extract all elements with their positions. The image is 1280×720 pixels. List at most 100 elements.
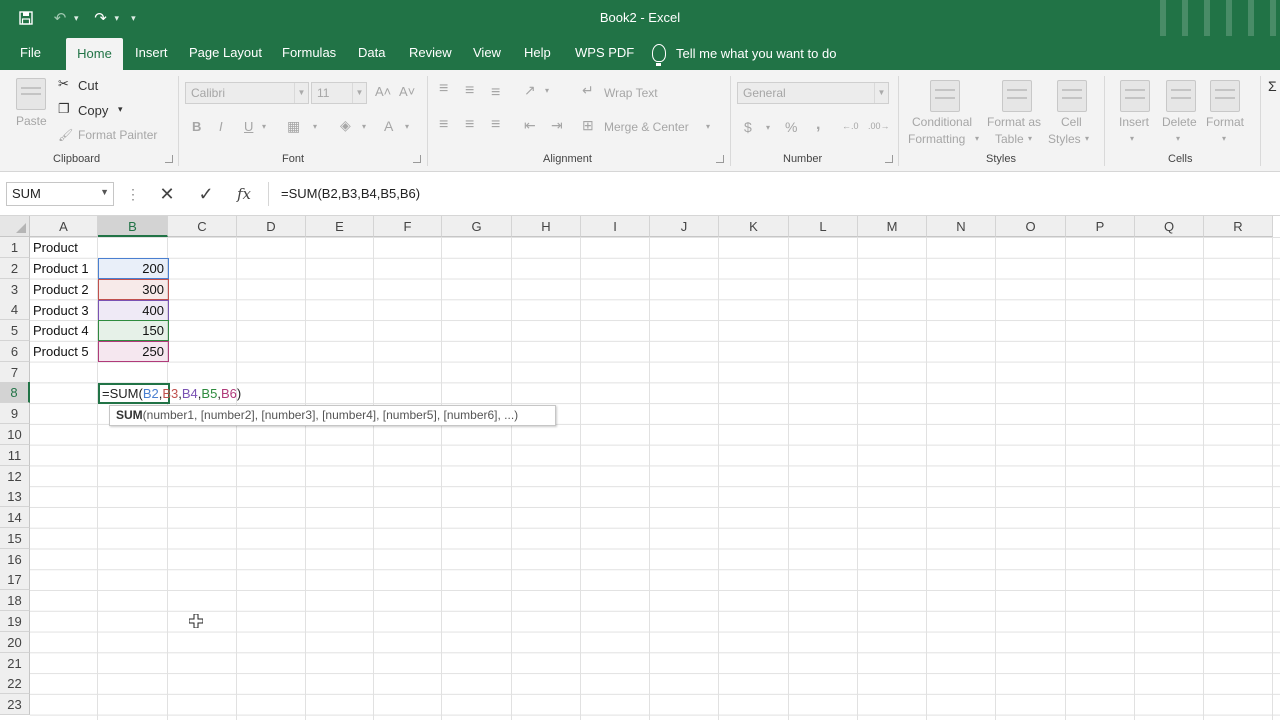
worksheet-grid[interactable]: ABCDEFGHIJKLMNOPQR 1 2 3 4 5 6 7 8 9 10 11 12 13 14 15… — [0, 216, 1280, 720]
row-header-6[interactable]: 6 — [0, 340, 30, 362]
cell-styles-label-2[interactable]: Styles — [1048, 132, 1081, 146]
font-color-dropdown-icon[interactable]: ▾ — [405, 122, 409, 131]
cell-a4[interactable]: Product 3 — [30, 300, 98, 321]
tab-data[interactable]: Data — [348, 36, 395, 70]
font-launcher-icon[interactable] — [413, 155, 421, 163]
tab-formulas[interactable]: Formulas — [272, 36, 346, 70]
format-as-table-label-2[interactable]: Table — [995, 132, 1024, 146]
font-name-select[interactable]: Calibri ▼ — [185, 82, 309, 104]
merge-center-icon[interactable]: ⊞ — [582, 117, 594, 134]
cell-a2[interactable]: Product 1 — [30, 258, 98, 279]
align-bottom-icon[interactable]: ≡ — [491, 84, 500, 102]
row-header-20[interactable]: 20 — [0, 631, 30, 653]
cell-b5[interactable]: 150 — [98, 320, 168, 341]
delete-dropdown-icon[interactable]: ▾ — [1176, 134, 1180, 143]
row-header-17[interactable]: 17 — [0, 569, 30, 591]
conditional-formatting-dropdown-icon[interactable]: ▾ — [975, 134, 979, 143]
delete-cells-icon[interactable] — [1166, 80, 1196, 112]
tooltip-function-name[interactable]: SUM — [116, 408, 143, 422]
insert-cells-icon[interactable] — [1120, 80, 1150, 112]
column-header-d[interactable]: D — [237, 216, 306, 237]
copy-icon[interactable]: ❐ — [58, 101, 70, 117]
autosum-icon[interactable]: Σ — [1268, 78, 1277, 94]
align-right-icon[interactable]: ≡ — [491, 116, 500, 134]
italic-button[interactable]: I — [219, 119, 223, 134]
paste-button[interactable]: Paste — [16, 114, 47, 128]
formula-input[interactable]: =SUM(B2,B3,B4,B5,B6) — [268, 182, 1280, 206]
borders-dropdown-icon[interactable]: ▾ — [313, 122, 317, 131]
row-header-9[interactable]: 9 — [0, 403, 30, 425]
clipboard-launcher-icon[interactable] — [165, 155, 173, 163]
fill-color-dropdown-icon[interactable]: ▾ — [362, 122, 366, 131]
row-header-5[interactable]: 5 — [0, 320, 30, 342]
column-header-g[interactable]: G — [442, 216, 512, 237]
select-all-button[interactable] — [0, 216, 30, 237]
conditional-formatting-label-2[interactable]: Formatting — [908, 132, 965, 146]
insert-cells-button[interactable]: Insert — [1119, 115, 1149, 129]
increase-indent-icon[interactable]: ⇥ — [551, 117, 563, 134]
row-header-19[interactable]: 19 — [0, 611, 30, 633]
function-argument-tooltip[interactable]: SUM(number1, [number2], [number3], [numb… — [109, 405, 556, 426]
align-center-icon[interactable]: ≡ — [465, 116, 474, 134]
column-header-i[interactable]: I — [581, 216, 650, 237]
cell-b6[interactable]: 250 — [98, 341, 168, 362]
row-header-23[interactable]: 23 — [0, 694, 30, 716]
column-header-q[interactable]: Q — [1135, 216, 1204, 237]
tab-review[interactable]: Review — [399, 36, 462, 70]
underline-button[interactable]: U — [244, 119, 253, 134]
column-header-l[interactable]: L — [789, 216, 858, 237]
format-cells-icon[interactable] — [1210, 80, 1240, 112]
column-header-k[interactable]: K — [719, 216, 789, 237]
orientation-dropdown-icon[interactable]: ▾ — [545, 86, 549, 95]
wrap-text-icon[interactable]: ↵ — [582, 82, 594, 99]
row-header-16[interactable]: 16 — [0, 548, 30, 570]
orientation-icon[interactable]: ↗ — [524, 82, 536, 99]
conditional-formatting-icon[interactable] — [930, 80, 960, 112]
row-header-22[interactable]: 22 — [0, 673, 30, 695]
row-header-7[interactable]: 7 — [0, 361, 30, 383]
insert-dropdown-icon[interactable]: ▾ — [1130, 134, 1134, 143]
alignment-launcher-icon[interactable] — [716, 155, 724, 163]
tab-wps-pdf[interactable]: WPS PDF — [565, 36, 644, 70]
active-cell-editor[interactable]: =SUM(B2,B3,B4,B5,B6) — [98, 383, 241, 404]
cut-button[interactable]: Cut — [78, 78, 98, 93]
paste-icon[interactable] — [16, 78, 46, 110]
cell-area[interactable] — [30, 237, 1280, 720]
cell-b2[interactable]: 200 — [98, 258, 168, 279]
row-header-1[interactable]: 1 — [0, 237, 30, 258]
format-painter-button[interactable]: Format Painter — [78, 128, 157, 142]
format-as-table-icon[interactable] — [1002, 80, 1032, 112]
tab-view[interactable]: View — [463, 36, 511, 70]
tab-file[interactable]: File — [10, 36, 51, 70]
column-header-f[interactable]: F — [374, 216, 442, 237]
tab-home[interactable]: Home — [66, 38, 123, 70]
column-header-b[interactable]: B — [98, 216, 168, 237]
cell-a5[interactable]: Product 4 — [30, 320, 98, 341]
font-color-button[interactable]: A — [384, 118, 393, 134]
tab-help[interactable]: Help — [514, 36, 561, 70]
font-size-select[interactable]: 11 ▼ — [311, 82, 367, 104]
row-header-12[interactable]: 12 — [0, 465, 30, 487]
tell-me-search[interactable]: Tell me what you want to do — [652, 36, 836, 70]
cut-icon[interactable]: ✂ — [58, 76, 69, 92]
row-header-13[interactable]: 13 — [0, 486, 30, 508]
row-header-21[interactable]: 21 — [0, 652, 30, 674]
column-header-j[interactable]: J — [650, 216, 719, 237]
cell-a3[interactable]: Product 2 — [30, 279, 98, 300]
tab-page-layout[interactable]: Page Layout — [179, 36, 272, 70]
cell-styles-label-1[interactable]: Cell — [1061, 115, 1082, 129]
row-header-3[interactable]: 3 — [0, 278, 30, 300]
cell-a1[interactable]: Product — [30, 237, 98, 258]
row-header-2[interactable]: 2 — [0, 257, 30, 279]
borders-icon[interactable]: ▦ — [287, 118, 300, 135]
currency-dropdown-icon[interactable]: ▾ — [766, 123, 770, 132]
number-launcher-icon[interactable] — [885, 155, 893, 163]
format-as-table-label-1[interactable]: Format as — [987, 115, 1041, 129]
shrink-font-button[interactable]: A˅ — [399, 84, 415, 99]
row-header-11[interactable]: 11 — [0, 444, 30, 466]
number-format-select[interactable]: General ▼ — [737, 82, 889, 104]
cell-b4[interactable]: 400 — [98, 300, 168, 321]
row-header-18[interactable]: 18 — [0, 590, 30, 612]
tab-insert[interactable]: Insert — [125, 36, 178, 70]
name-box[interactable]: SUM ▼ — [6, 182, 114, 206]
